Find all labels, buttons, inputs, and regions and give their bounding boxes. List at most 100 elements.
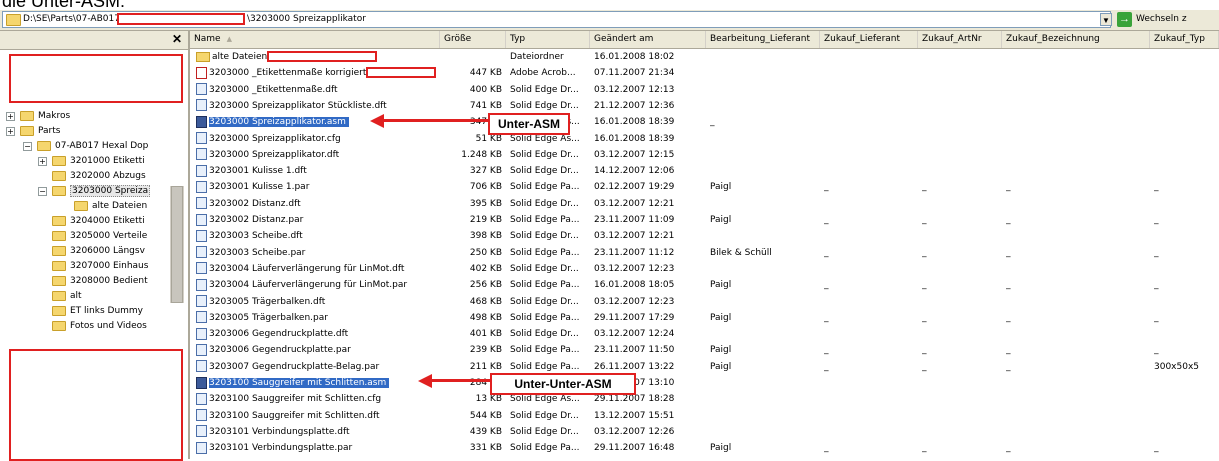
- close-icon[interactable]: ✕: [172, 32, 182, 46]
- column-header[interactable]: Bearbeitung_Lieferant: [706, 31, 820, 48]
- scrollbar-thumb[interactable]: [171, 186, 183, 303]
- collapse-icon[interactable]: −: [23, 142, 32, 151]
- cell-name: 3203005 Trägerbalken.dft: [190, 294, 432, 310]
- file-name: 3203005 Trägerbalken.par: [209, 312, 328, 323]
- cell-size: 398 KB: [469, 231, 502, 242]
- cell-zb: _: [1006, 280, 1011, 291]
- go-button[interactable]: → Wechseln z: [1117, 11, 1219, 28]
- file-row[interactable]: 3203000 Spreizapplikator.cfg 51 KB Solid E…: [190, 131, 1219, 147]
- expand-icon[interactable]: +: [6, 127, 15, 136]
- file-row[interactable]: 3203101 Verbindungsplatte.par 331 KB Solid…: [190, 440, 1219, 456]
- expand-icon[interactable]: +: [38, 157, 47, 166]
- file-row[interactable]: 3203001 Kulisse 1.par 706 KB Solid Edge Pa…: [190, 179, 1219, 195]
- cell-za: [922, 326, 998, 342]
- cell-zl: [824, 65, 914, 81]
- cell-zl: [824, 49, 914, 65]
- file-row[interactable]: 3203006 Gegendruckplatte.dft 401 KB Solid …: [190, 326, 1219, 342]
- cell-type: Dateiordner: [510, 52, 564, 62]
- tree-item-label: 3207000 Einhaus: [70, 261, 149, 271]
- folder-icon: [52, 305, 66, 316]
- cell-name: 3203001 Kulisse 1.dft: [190, 163, 432, 179]
- file-row[interactable]: 3203000 Spreizapplikator.dft 1.248 KB Soli…: [190, 147, 1219, 163]
- cell-zt: [1154, 131, 1215, 147]
- file-row[interactable]: 3203006 Gegendruckplatte.par 239 KB Solid …: [190, 342, 1219, 358]
- cell-name: 3203000 _Etikettenmaße korrigiert: [190, 65, 437, 81]
- redaction-box: [117, 13, 245, 25]
- file-row[interactable]: 3203100 Sauggreifer mit Schlitten.dft 544…: [190, 408, 1219, 424]
- file-row[interactable]: 3203002 Distanz.dft 395 KB Solid Edge Dr..…: [190, 196, 1219, 212]
- cell-type: Solid Edge Pa...: [510, 182, 580, 193]
- file-row[interactable]: 3203004 Läuferverlängerung für LinMot.pa…: [190, 277, 1219, 293]
- cell-zt: [1154, 49, 1215, 65]
- cell-size: 468 KB: [469, 296, 502, 307]
- cell-name: 3203004 Läuferverlängerung für LinMot.pa…: [190, 277, 432, 293]
- file-row[interactable]: 3203000 _Etikettenmaße korrigiert 447 KB A…: [190, 65, 1219, 81]
- file-row[interactable]: 3203003 Scheibe.par 250 KB Solid Edge Pa..…: [190, 245, 1219, 261]
- tree-scrollbar[interactable]: [170, 186, 184, 303]
- file-row[interactable]: 3203007 Gegendruckplatte-Belag.par 211 KB…: [190, 359, 1219, 375]
- column-header[interactable]: Typ: [506, 31, 590, 48]
- cell-zb: [1006, 375, 1146, 391]
- cell-zb: _: [1006, 345, 1011, 356]
- cell-zt: [1154, 98, 1215, 114]
- file-row[interactable]: 3203100 Sauggreifer mit Schlitten.asm 284…: [190, 375, 1219, 391]
- cell-zl: [824, 391, 914, 407]
- cell-date: 03.12.2007 12:13: [594, 84, 675, 95]
- chevron-down-icon[interactable]: ▼: [1100, 13, 1112, 26]
- cell-zb: _: [1006, 215, 1011, 225]
- file-row[interactable]: 3203002 Distanz.par 219 KB Solid Edge Pa..…: [190, 212, 1219, 228]
- expand-icon[interactable]: +: [6, 112, 15, 121]
- cell-zb: [1006, 98, 1146, 114]
- folder-pane-header: ✕: [0, 31, 188, 50]
- cell-zb: [1006, 228, 1146, 244]
- folder-icon: [52, 245, 66, 256]
- cell-size: 447 KB: [469, 68, 502, 79]
- column-header[interactable]: Geändert am: [590, 31, 706, 48]
- cell-lief: [710, 82, 816, 98]
- redaction-box: [9, 349, 183, 461]
- file-row[interactable]: 3203000 Spreizapplikator.asm347 KBSolid …: [190, 114, 1219, 130]
- cell-date: 16.01.2008 18:02: [594, 52, 675, 62]
- cell-lief: [710, 375, 816, 391]
- address-field[interactable]: D:\SE\Parts\07-AB017 \3203000 Spreizappl…: [2, 11, 1112, 28]
- cell-date: 23.11.2007 11:12: [594, 247, 675, 258]
- column-header[interactable]: Zukauf_Lieferant: [820, 31, 918, 48]
- folder-icon: [6, 14, 21, 26]
- collapse-icon[interactable]: −: [38, 187, 47, 196]
- cell-za: [922, 98, 998, 114]
- file-row[interactable]: 3203000 _Etikettenmaße.dft 400 KB Solid Ed…: [190, 82, 1219, 98]
- file-row[interactable]: 3203101 Verbindungsplatte.dft 439 KB Solid…: [190, 424, 1219, 440]
- cell-zb: [1006, 131, 1146, 147]
- file-row[interactable]: 3203100 Sauggreifer mit Schlitten.cfg 13 …: [190, 391, 1219, 407]
- file-name: 3203002 Distanz.par: [209, 215, 304, 225]
- cell-zl: _: [824, 182, 829, 193]
- cell-type: Solid Edge Dr...: [510, 149, 579, 160]
- cell-type: Solid Edge Dr...: [510, 198, 579, 209]
- file-row[interactable]: alte Dateien Dateiordner 16.01.2008 18:02: [190, 49, 1219, 65]
- cell-za: [922, 391, 998, 407]
- go-button-label: Wechseln z: [1136, 14, 1187, 24]
- cell-type: Solid Edge Dr...: [510, 296, 579, 307]
- cell-date: 02.12.2007 19:29: [594, 182, 675, 193]
- cell-date: 03.12.2007 12:26: [594, 426, 675, 437]
- column-header[interactable]: Zukauf_ArtNr: [918, 31, 1002, 48]
- file-name: 3203005 Trägerbalken.dft: [209, 296, 326, 307]
- tree-item-label: 07-AB017 Hexal Dop: [55, 141, 149, 151]
- file-name: 3203000 _Etikettenmaße korrigiert: [209, 68, 367, 79]
- column-header[interactable]: Größe: [440, 31, 506, 48]
- sort-asc-icon: ▲: [226, 35, 232, 43]
- cell-name: 3203002 Distanz.dft: [190, 196, 432, 212]
- cell-zl: [824, 147, 914, 163]
- file-row[interactable]: 3203005 Trägerbalken.dft 468 KB Solid Edge…: [190, 294, 1219, 310]
- column-header[interactable]: Zukauf_Bezeichnung: [1002, 31, 1150, 48]
- cell-zb: _: [1006, 312, 1011, 323]
- file-row[interactable]: 3203000 Spreizapplikator Stückliste.dft 7…: [190, 98, 1219, 114]
- column-header[interactable]: Name ▲: [190, 31, 440, 48]
- column-header[interactable]: Zukauf_Typ: [1150, 31, 1219, 48]
- file-name: 3203000 Spreizapplikator.asm: [209, 117, 349, 128]
- file-row[interactable]: 3203005 Trägerbalken.par 498 KB Solid Edge…: [190, 310, 1219, 326]
- file-row[interactable]: 3203004 Läuferverlängerung für LinMot.df…: [190, 261, 1219, 277]
- file-row[interactable]: 3203001 Kulisse 1.dft 327 KB Solid Edge Dr…: [190, 163, 1219, 179]
- cell-za: [922, 114, 998, 130]
- file-row[interactable]: 3203003 Scheibe.dft 398 KB Solid Edge Dr..…: [190, 228, 1219, 244]
